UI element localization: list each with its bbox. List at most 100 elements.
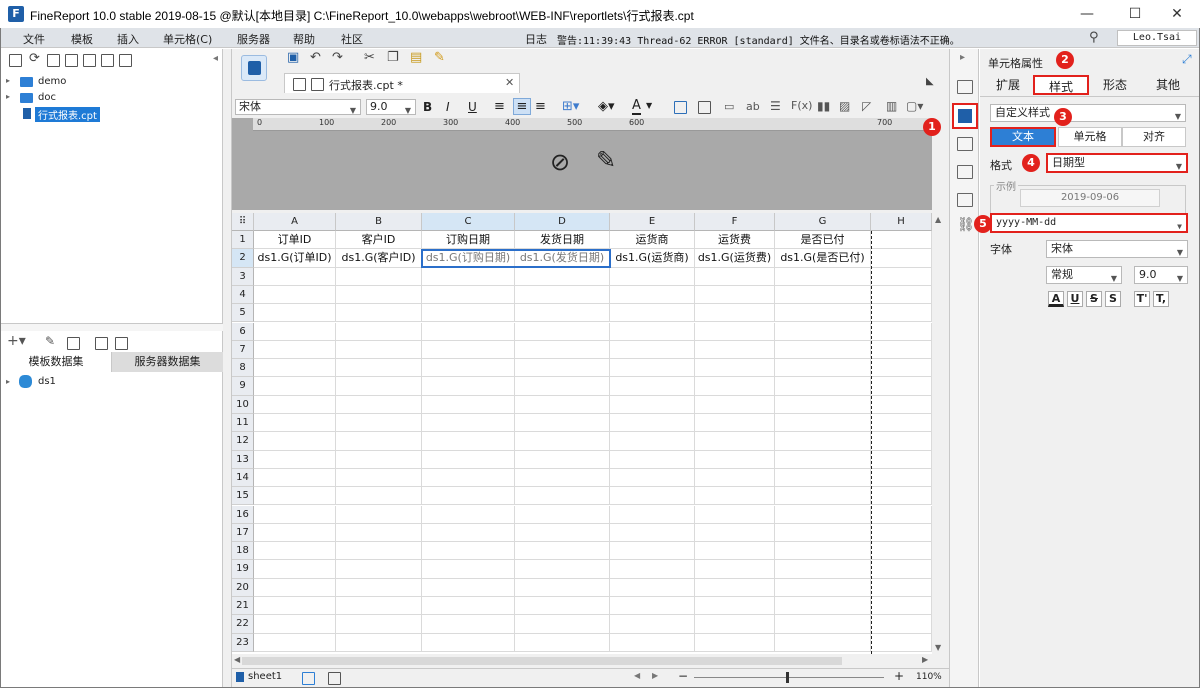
- grid-cell[interactable]: [254, 597, 336, 616]
- column-header[interactable]: B: [336, 213, 422, 231]
- grid-cell[interactable]: [610, 285, 695, 305]
- grid-cell[interactable]: [336, 395, 422, 414]
- row-header[interactable]: 15: [232, 487, 254, 506]
- grid-cell[interactable]: 是否已付: [775, 231, 871, 250]
- open-icon[interactable]: [47, 54, 60, 67]
- grid-cell[interactable]: [775, 615, 871, 634]
- widget-icon[interactable]: [957, 165, 973, 179]
- grid-cell[interactable]: [610, 542, 695, 561]
- grid-cell[interactable]: [775, 304, 871, 323]
- copy-icon[interactable]: ❐: [387, 50, 399, 65]
- pattern-select[interactable]: yyyy-MM-dd ▼: [990, 213, 1188, 233]
- grid-cell[interactable]: [254, 414, 336, 433]
- insert-rich-text-icon[interactable]: ☰: [770, 99, 781, 113]
- grid-cell[interactable]: [610, 615, 695, 634]
- lock-icon[interactable]: [65, 54, 78, 67]
- grid-cell[interactable]: [775, 505, 871, 524]
- font-family-select[interactable]: 宋体 ▼: [1046, 240, 1188, 258]
- expand-arrow-icon[interactable]: ▸: [6, 377, 10, 386]
- grid-cell[interactable]: [695, 304, 775, 323]
- grid-cell[interactable]: [254, 615, 336, 634]
- subscript-button[interactable]: T,: [1153, 291, 1169, 307]
- grid-cell[interactable]: [515, 578, 610, 597]
- grid-cell[interactable]: [695, 450, 775, 469]
- menu-cell[interactable]: 单元格(C): [163, 31, 212, 47]
- grid-cell[interactable]: [610, 597, 695, 616]
- grid-cell[interactable]: [515, 505, 610, 524]
- grid-cell[interactable]: [610, 432, 695, 451]
- grid-cell[interactable]: ds1.G(运货商): [610, 249, 695, 268]
- grid-cell[interactable]: [254, 633, 336, 652]
- strikethrough-button[interactable]: S: [1086, 291, 1102, 307]
- grid-cell[interactable]: ds1.G(运货费): [695, 249, 775, 268]
- scroll-left-icon[interactable]: ◀: [234, 655, 240, 664]
- insert-ab-icon[interactable]: ab: [746, 100, 760, 113]
- grid-cell[interactable]: [695, 432, 775, 451]
- grid-cell[interactable]: [515, 597, 610, 616]
- menu-community[interactable]: 社区: [341, 31, 363, 47]
- grid-cell[interactable]: [336, 578, 422, 597]
- grid-cell[interactable]: [422, 414, 515, 433]
- grid-cell[interactable]: [610, 359, 695, 378]
- grid-cell[interactable]: [254, 468, 336, 488]
- align-right-icon[interactable]: ≡: [535, 99, 546, 114]
- grid-cell[interactable]: [422, 322, 515, 341]
- tab-style[interactable]: 样式: [1033, 75, 1089, 95]
- log-label[interactable]: 日志: [525, 31, 547, 47]
- grid-cell[interactable]: [695, 267, 775, 286]
- grid-cell[interactable]: [871, 615, 932, 634]
- grid-cell[interactable]: [695, 523, 775, 543]
- align-left-icon[interactable]: ≡: [494, 99, 505, 114]
- slash-icon[interactable]: ◸: [862, 99, 871, 113]
- grid-cell[interactable]: [871, 468, 932, 488]
- format-painter-icon[interactable]: ✎: [434, 50, 445, 65]
- grid-cell[interactable]: [515, 414, 610, 433]
- subtab-text[interactable]: 文本: [990, 127, 1056, 147]
- splitter[interactable]: [1, 323, 223, 331]
- grid-cell[interactable]: [422, 542, 515, 561]
- grid-cell[interactable]: [336, 468, 422, 488]
- grid-cell[interactable]: [871, 231, 932, 250]
- close-tab-icon[interactable]: ✕: [505, 76, 514, 89]
- cell-attributes-button[interactable]: [952, 103, 978, 129]
- column-header[interactable]: G: [775, 213, 871, 231]
- column-header[interactable]: D: [515, 213, 610, 231]
- row-header[interactable]: 3: [232, 267, 254, 286]
- grid-cell[interactable]: [871, 414, 932, 433]
- grid-cell[interactable]: [775, 487, 871, 506]
- zoom-in-icon[interactable]: +: [894, 669, 904, 683]
- tab-other[interactable]: 其他: [1142, 75, 1194, 95]
- zoom-out-icon[interactable]: −: [678, 669, 688, 683]
- grid-cell[interactable]: [515, 340, 610, 360]
- grid-cell[interactable]: [254, 542, 336, 561]
- grid-cell[interactable]: [871, 340, 932, 360]
- underline-icon[interactable]: U: [468, 100, 477, 114]
- grid-cell[interactable]: [695, 414, 775, 433]
- undo-icon[interactable]: ↶: [310, 50, 321, 65]
- grid-cell[interactable]: [610, 340, 695, 360]
- grid-cell[interactable]: [871, 322, 932, 341]
- grid-cell[interactable]: [775, 468, 871, 488]
- grid-cell[interactable]: [695, 359, 775, 378]
- row-header[interactable]: 6: [232, 322, 254, 341]
- grid-cell[interactable]: [871, 395, 932, 414]
- grid-cell[interactable]: [422, 304, 515, 323]
- grid-cell[interactable]: [695, 505, 775, 524]
- formula-icon[interactable]: F(x): [791, 99, 812, 112]
- grid-cell[interactable]: [871, 249, 932, 268]
- grid-cell[interactable]: [775, 432, 871, 451]
- grid-cell[interactable]: [422, 597, 515, 616]
- tab-template-dataset[interactable]: 模板数据集: [1, 352, 112, 372]
- grid-cell[interactable]: [422, 468, 515, 488]
- grid-cell[interactable]: [254, 487, 336, 506]
- grid-cell[interactable]: [775, 597, 871, 616]
- grid-cell[interactable]: [871, 633, 932, 652]
- grid-cell[interactable]: [254, 505, 336, 524]
- grid-cell[interactable]: ds1.G(客户ID): [336, 249, 422, 268]
- row-header[interactable]: 18: [232, 542, 254, 561]
- condition-icon[interactable]: [957, 193, 973, 207]
- minimize-button[interactable]: —: [1064, 0, 1110, 28]
- grid-cell[interactable]: [422, 432, 515, 451]
- cut-icon[interactable]: ✂: [364, 50, 375, 65]
- grid-cell[interactable]: [422, 578, 515, 597]
